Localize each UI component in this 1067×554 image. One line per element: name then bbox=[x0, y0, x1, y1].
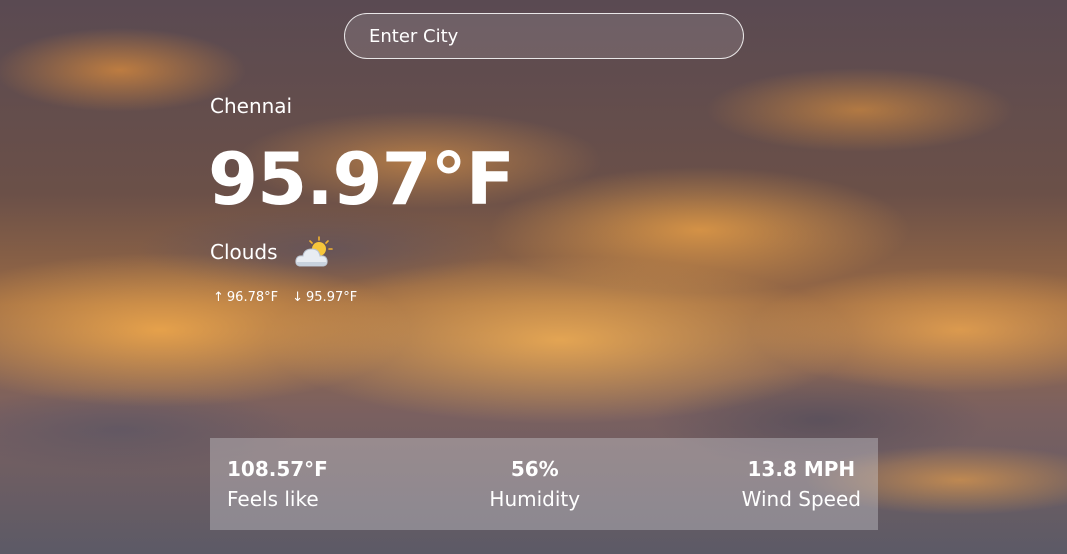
humidity-stat: 56% Humidity bbox=[489, 454, 580, 514]
high-temperature-value: 96.78°F bbox=[226, 290, 279, 305]
city-name: Chennai bbox=[210, 94, 293, 118]
current-temperature: 95.97°F bbox=[208, 137, 515, 221]
arrow-down-icon: ↓ bbox=[292, 290, 304, 305]
feels-like-stat: 108.57°F Feels like bbox=[227, 454, 328, 514]
low-temperature-value: 95.97°F bbox=[306, 290, 358, 305]
low-temperature: ↓ 95.97°F bbox=[292, 290, 357, 305]
wind-speed-label: Wind Speed bbox=[741, 487, 861, 511]
humidity-value: 56% bbox=[510, 457, 559, 481]
wind-speed-value: 13.8 MPH bbox=[747, 457, 856, 481]
wind-speed-stat: 13.8 MPH Wind Speed bbox=[742, 454, 861, 514]
feels-like-label: Feels like bbox=[227, 487, 319, 511]
feels-like-value: 108.57°F bbox=[227, 457, 328, 481]
humidity-label: Humidity bbox=[489, 487, 581, 511]
arrow-up-icon: ↑ bbox=[213, 290, 224, 305]
sun-behind-cloud-icon bbox=[295, 236, 333, 267]
temperature-range: ↑ 96.78°F ↓ 95.97°F bbox=[213, 290, 357, 305]
weather-condition: Clouds bbox=[210, 240, 278, 264]
weather-details-panel: 108.57°F Feels like 56% Humidity 13.8 MP… bbox=[210, 438, 878, 530]
city-search-input[interactable] bbox=[344, 13, 744, 59]
high-temperature: ↑ 96.78°F bbox=[213, 290, 278, 305]
